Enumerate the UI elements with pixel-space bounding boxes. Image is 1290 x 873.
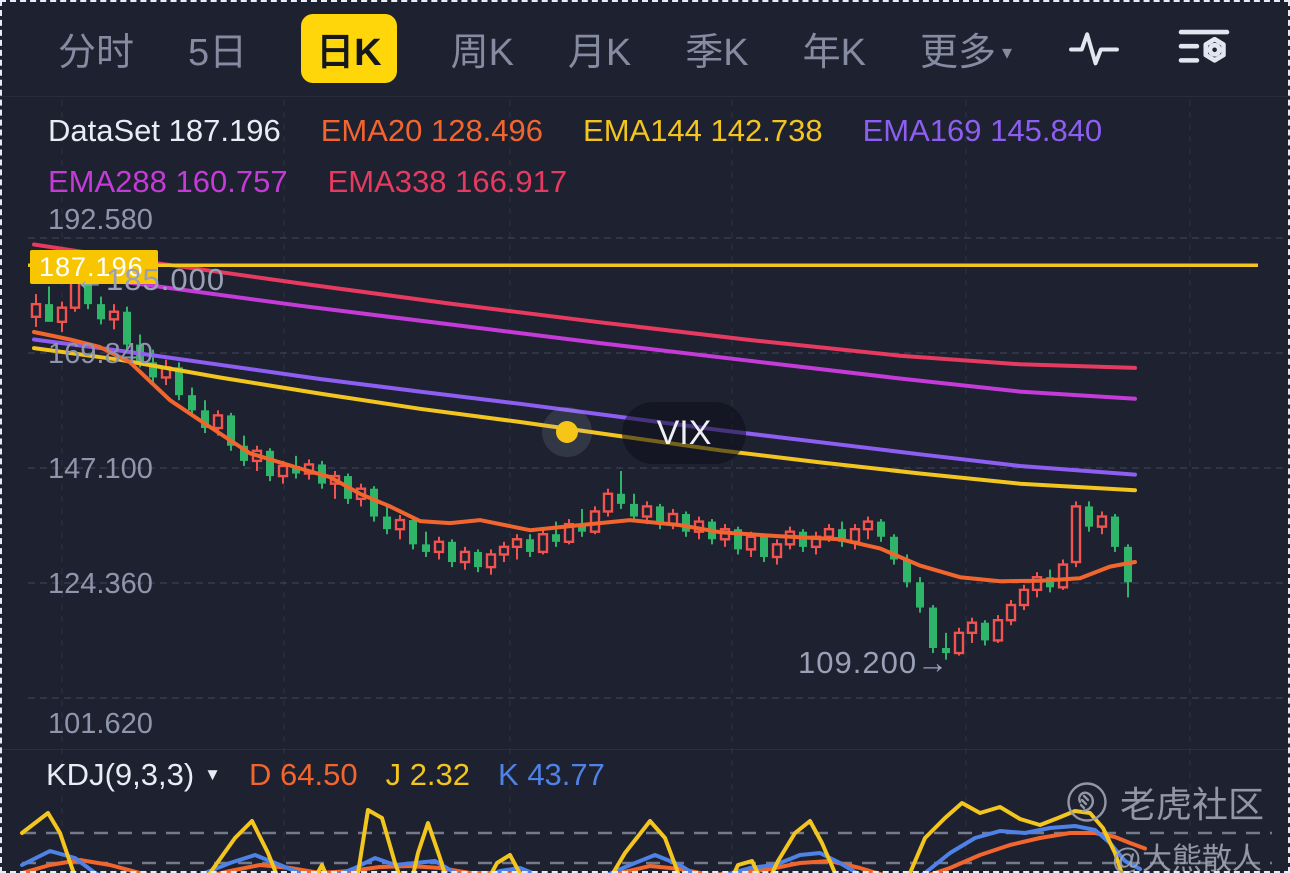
- period-tab-bar: 分时 5日 日K 周K 月K 季K 年K 更多 ▾: [0, 0, 1290, 97]
- ema338-legend: EMA338 166.917: [327, 164, 568, 199]
- low-109-label: 109.200→: [798, 645, 950, 680]
- watermark: 老虎社区 @大熊散人: [1066, 776, 1264, 873]
- trading-chart-screen: 分时 5日 日K 周K 月K 季K 年K 更多 ▾ DataSet 187.196 EMA20 1…: [0, 0, 1290, 873]
- vix-marker-dot[interactable]: [556, 421, 578, 443]
- kdj-value-k: K 43.77: [498, 756, 605, 792]
- indicator-settings-icon[interactable]: [1176, 24, 1232, 72]
- price-axis-label: 101.620: [48, 708, 153, 740]
- price-axis-label: 169.840: [48, 338, 153, 370]
- chevron-down-icon: ▾: [1001, 41, 1012, 64]
- watermark-brand: 老虎社区: [1119, 784, 1264, 825]
- chevron-down-icon: ▼: [204, 764, 221, 784]
- kdj-value-j: J 2.32: [385, 756, 471, 792]
- legend-row-1: DataSet 187.196 EMA20 128.496 EMA144 142.7…: [48, 113, 1102, 149]
- dataset-legend: DataSet 187.196: [48, 113, 281, 148]
- tab-more[interactable]: 更多 ▾: [920, 21, 1012, 76]
- kdj-params-label: KDJ(9,3,3): [46, 756, 195, 792]
- candlestick-layer: [30, 253, 1132, 660]
- tab-yearly[interactable]: 年K: [803, 21, 866, 76]
- ema169-legend: EMA169 145.840: [862, 113, 1103, 148]
- tiger-community-logo-icon: [1067, 782, 1107, 822]
- ema144-legend: EMA144 142.738: [583, 113, 823, 148]
- tab-minute[interactable]: 分时: [58, 21, 134, 76]
- tab-daily[interactable]: 日K: [301, 13, 397, 83]
- waveform-icon[interactable]: [1066, 24, 1122, 72]
- price-axis-label: 192.580: [48, 204, 153, 236]
- legend-row-2: EMA288 160.757 EMA338 166.917: [48, 164, 567, 200]
- price-axis-label: 124.360: [48, 568, 153, 600]
- watermark-user: @大熊散人: [1111, 843, 1262, 873]
- ema20-legend: EMA20 128.496: [320, 113, 544, 148]
- price-axis-label: 147.100: [48, 453, 153, 485]
- level-185-label: ←185.000: [74, 262, 226, 297]
- vix-series-tag[interactable]: VIX: [622, 402, 746, 464]
- ema288-legend: EMA288 160.757: [48, 164, 288, 199]
- kdj-params-dropdown[interactable]: KDJ(9,3,3) ▼: [46, 757, 221, 793]
- tab-5day[interactable]: 5日: [188, 21, 247, 76]
- tab-monthly[interactable]: 月K: [568, 21, 631, 76]
- kdj-value-d: D 64.50: [249, 756, 358, 792]
- tab-weekly[interactable]: 周K: [451, 21, 514, 76]
- tab-quarterly[interactable]: 季K: [685, 21, 748, 76]
